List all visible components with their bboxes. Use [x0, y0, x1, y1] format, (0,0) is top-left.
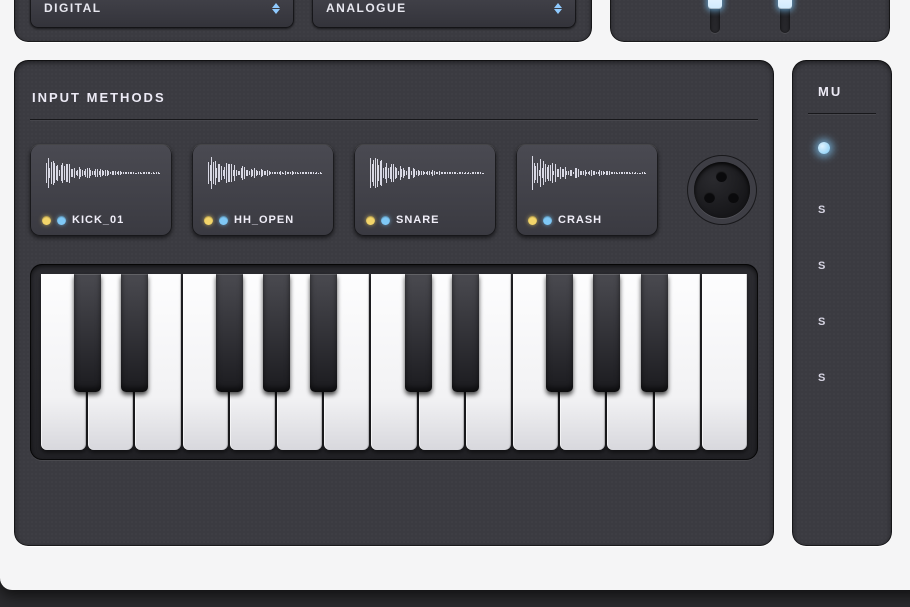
black-key[interactable] — [405, 274, 432, 392]
waveform-icon — [528, 154, 646, 192]
keyboard — [30, 264, 758, 460]
led-blue-icon — [219, 216, 228, 225]
vertical-slider-1[interactable] — [710, 0, 720, 33]
white-key[interactable] — [702, 274, 747, 450]
led-yellow-icon — [42, 216, 51, 225]
mode-dropdown-2[interactable]: ANALOGUE — [312, 0, 576, 28]
input-methods-panel: INPUT METHODS KICK_01 HH_OP — [14, 60, 774, 546]
section-title: INPUT METHODS — [32, 90, 758, 105]
side-label: S — [808, 372, 876, 384]
sample-pads-row: KICK_01 HH_OPEN SNARE — [30, 144, 758, 236]
slider-thumb[interactable] — [708, 0, 722, 9]
sample-pad-crash[interactable]: CRASH — [516, 144, 658, 236]
waveform-icon — [204, 154, 322, 192]
led-blue-icon — [543, 216, 552, 225]
black-key[interactable] — [641, 274, 668, 392]
status-led-icon — [818, 142, 830, 154]
waveform-icon — [366, 154, 484, 192]
pad-label-row: SNARE — [366, 214, 484, 226]
dropdown-label: ANALOGUE — [326, 1, 407, 15]
black-key[interactable] — [74, 274, 101, 392]
pad-label-row: CRASH — [528, 214, 646, 226]
black-key[interactable] — [263, 274, 290, 392]
pad-label-row: HH_OPEN — [204, 214, 322, 226]
sample-pad-kick[interactable]: KICK_01 — [30, 144, 172, 236]
synth-mode-panel: DIGITAL ANALOGUE — [14, 0, 592, 42]
led-blue-icon — [57, 216, 66, 225]
black-key[interactable] — [546, 274, 573, 392]
black-key[interactable] — [452, 274, 479, 392]
side-panel: MU S S S S — [792, 60, 892, 546]
led-yellow-icon — [204, 216, 213, 225]
black-key[interactable] — [310, 274, 337, 392]
stepper-arrows-icon[interactable] — [272, 3, 280, 14]
side-label: S — [808, 260, 876, 272]
sample-pad-snare[interactable]: SNARE — [354, 144, 496, 236]
vertical-slider-2[interactable] — [780, 0, 790, 33]
stepper-arrows-icon[interactable] — [554, 3, 562, 14]
slider-thumb[interactable] — [778, 0, 792, 9]
pad-name: SNARE — [396, 214, 440, 226]
led-yellow-icon — [366, 216, 375, 225]
side-label: S — [808, 204, 876, 216]
sample-pad-hihat[interactable]: HH_OPEN — [192, 144, 334, 236]
black-key[interactable] — [216, 274, 243, 392]
pad-name: HH_OPEN — [234, 214, 294, 226]
side-label: S — [808, 316, 876, 328]
dropdown-label: DIGITAL — [44, 1, 102, 15]
app-frame: DIGITAL ANALOGUE INPUT METHODS — [0, 0, 910, 590]
pad-name: CRASH — [558, 214, 602, 226]
divider — [30, 119, 758, 120]
divider — [808, 113, 876, 114]
xlr-input-jack[interactable] — [694, 162, 750, 218]
waveform-icon — [42, 154, 160, 192]
mode-dropdown-1[interactable]: DIGITAL — [30, 0, 294, 28]
black-key[interactable] — [121, 274, 148, 392]
pad-label-row: KICK_01 — [42, 214, 160, 226]
black-key[interactable] — [593, 274, 620, 392]
led-yellow-icon — [528, 216, 537, 225]
pad-name: KICK_01 — [72, 214, 124, 226]
led-blue-icon — [381, 216, 390, 225]
side-panel-title: MU — [808, 84, 876, 99]
level-panel — [610, 0, 890, 42]
